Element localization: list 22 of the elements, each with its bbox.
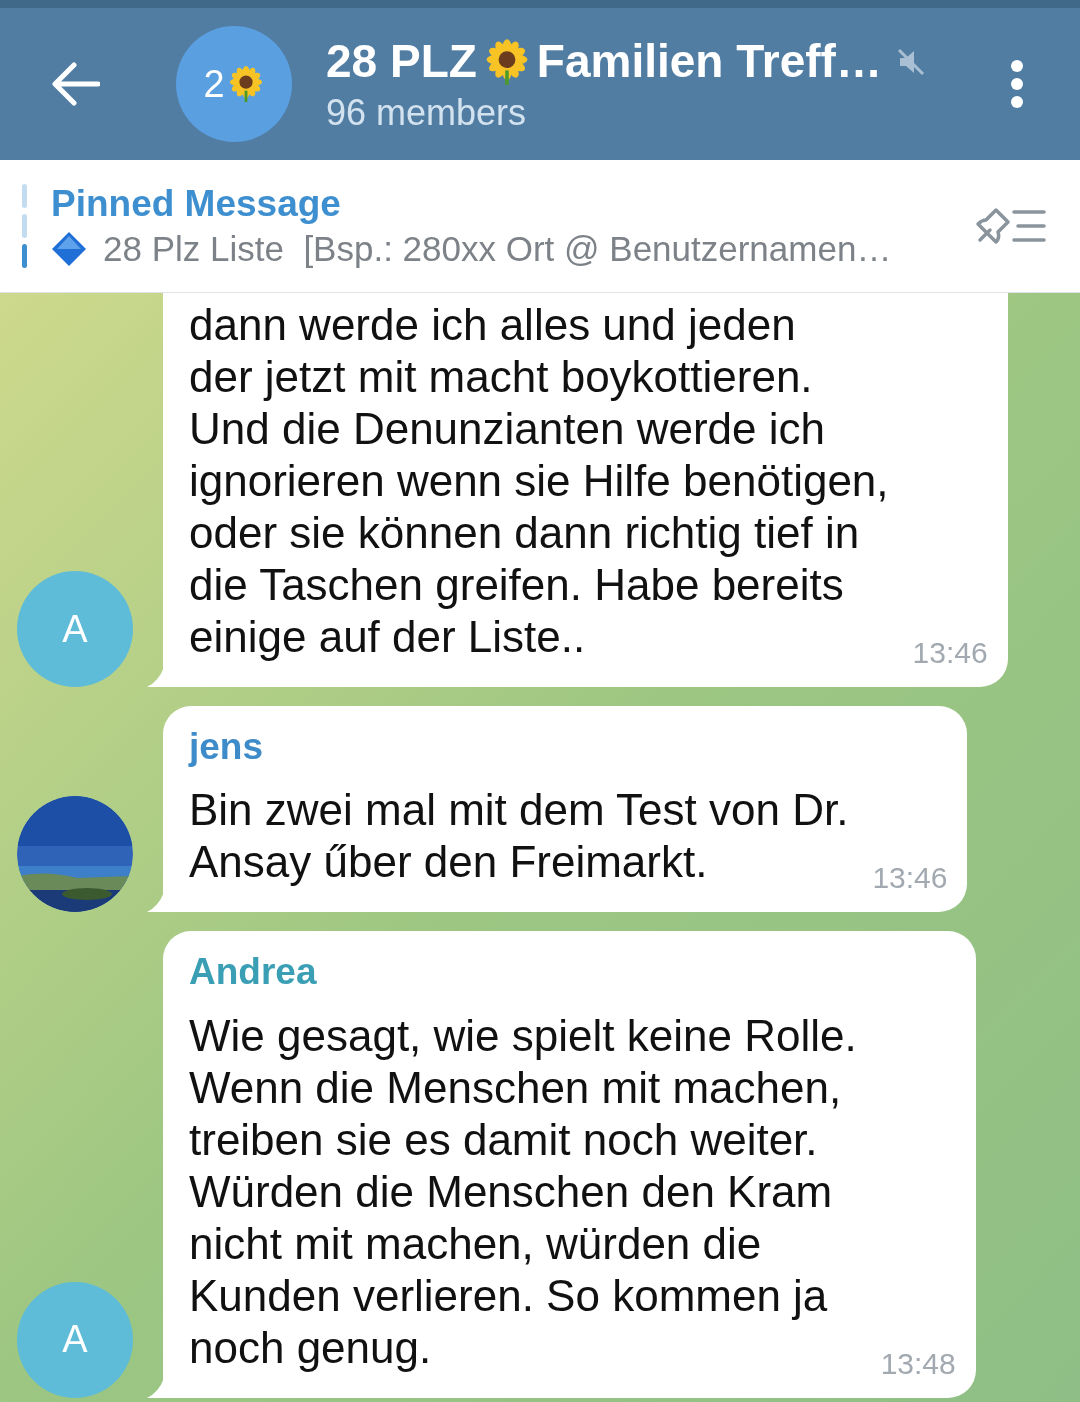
sender-name[interactable]: jens [189, 724, 948, 771]
message-time: 13:46 [912, 635, 988, 671]
message-time: 13:48 [880, 1345, 956, 1382]
pinned-text: 28 Plz Liste [Bsp.: 280xx Ort @ Benutzernamen… [103, 228, 892, 271]
avatar[interactable]: A [17, 1281, 133, 1398]
sender-name[interactable]: Andrea [189, 949, 956, 996]
pinned-title: Pinned Message [51, 182, 342, 226]
more-options-icon[interactable] [1010, 60, 1024, 108]
message-text: dann werde ich alles und jeden der jetzt mit macht boykottieren. Und die Denunzianten werde ich ignorieren wenn sie Hilfe benötigen, oder sie können dann richtig tief in die Taschen greifen. Habe bereits einige auf der Liste.. [189, 299, 889, 663]
member-count: 96 members [326, 91, 528, 136]
chat-title: 28 PLZ [326, 33, 477, 89]
message-text: Wie gesagt, wie spielt keine Rolle. Wenn die Menschen mit machen, treiben sie es damit noch weiter. Würden die Menschen den Kram nicht mit machen, würden die Kunden verlieren. So kommen ja noch genug. [189, 1009, 857, 1374]
chat-title: Familien Treff… [536, 33, 882, 89]
back-arrow-icon[interactable] [52, 62, 100, 106]
pinned-indicator-icon [22, 184, 27, 268]
pin-list-icon[interactable] [974, 206, 1046, 246]
avatar-initial: 2 [203, 61, 225, 107]
message-text: Bin zwei mal mit dem Test von Dr. Ansay űber den Freimarkt. [189, 784, 849, 889]
avatar[interactable]: A [17, 571, 133, 687]
diamond-icon [51, 231, 87, 268]
message-time: 13:46 [872, 860, 948, 897]
group-avatar[interactable]: 2 [176, 26, 292, 142]
